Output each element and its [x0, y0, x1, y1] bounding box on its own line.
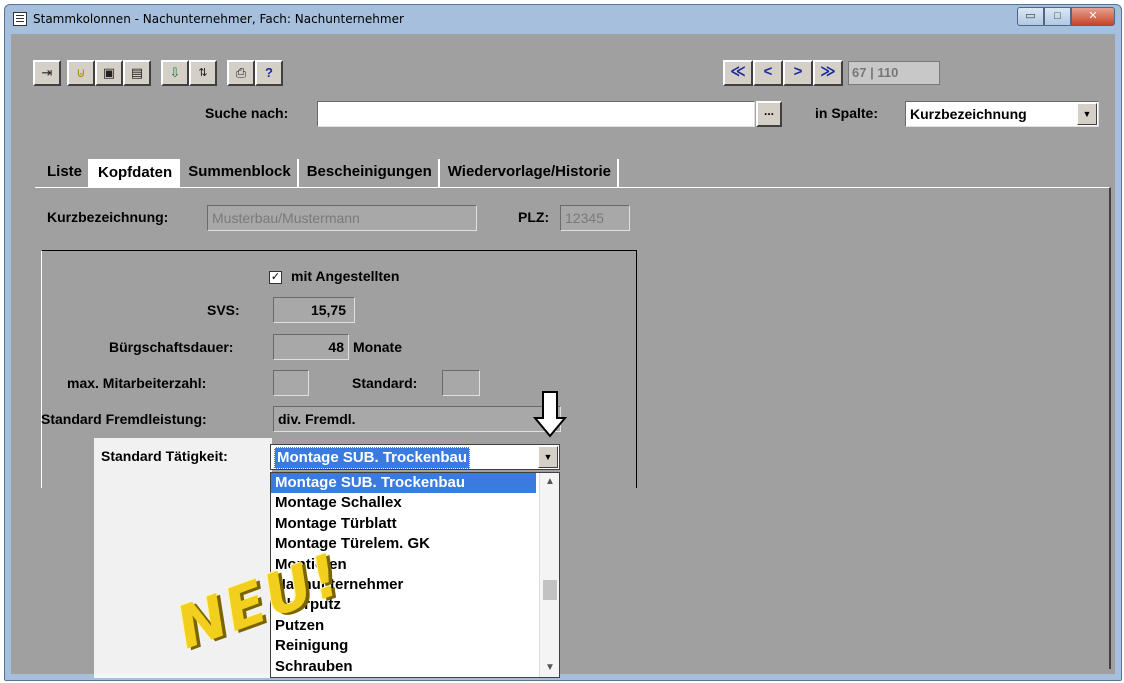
max-mitarbeiter-label: max. Mitarbeiterzahl:	[67, 375, 207, 391]
tab-wiedervorlage[interactable]: Wiedervorlage/Historie	[440, 159, 619, 187]
tab-bescheinigungen[interactable]: Bescheinigungen	[299, 159, 440, 187]
sort-az-icon[interactable]: ⇅	[189, 60, 217, 86]
close-button[interactable]: ✕	[1071, 7, 1115, 26]
list-item[interactable]: Reinigung	[271, 636, 559, 656]
list-item[interactable]: Putzen	[271, 616, 559, 636]
client-area: ⇥ ⊍ ▣ ▤ ⇩ ⇅ ⎙ ? ≪ < > ≫ 67 | 110 Suche n…	[11, 34, 1115, 678]
kurzbezeichnung-field[interactable]: Musterbau/Mustermann	[207, 205, 477, 231]
attach-icon[interactable]: ⊍	[67, 60, 95, 86]
standard-field[interactable]	[442, 370, 480, 396]
taetigkeit-select[interactable]: Montage SUB. Trockenbau ▼	[270, 444, 560, 470]
plz-label: PLZ:	[518, 209, 550, 225]
search-input[interactable]	[317, 101, 755, 127]
column-label: in Spalte:	[815, 105, 879, 121]
scrollbar-thumb[interactable]	[543, 580, 557, 600]
standard-label: Standard:	[352, 375, 418, 391]
app-window: Stammkolonnen - Nachunternehmer, Fach: N…	[4, 4, 1122, 681]
buergschaft-label: Bürgschaftsdauer:	[109, 339, 234, 355]
title-bar[interactable]: Stammkolonnen - Nachunternehmer, Fach: N…	[5, 5, 1121, 33]
taetigkeit-selected-value: Montage SUB. Trockenbau	[274, 447, 471, 469]
prev-record-button[interactable]: <	[753, 60, 783, 86]
last-record-button[interactable]: ≫	[813, 60, 843, 86]
mit-angestellten-checkbox[interactable]: ✓	[269, 271, 282, 284]
maximize-button[interactable]: □	[1044, 7, 1071, 26]
plz-field[interactable]: 12345	[560, 205, 630, 231]
kurzbezeichnung-label: Kurzbezeichnung:	[47, 209, 169, 225]
next-record-button[interactable]: >	[783, 60, 813, 86]
tab-summenblock[interactable]: Summenblock	[180, 159, 299, 187]
tab-bar: Liste Kopfdaten Summenblock Bescheinigun…	[39, 159, 619, 188]
buergschaft-field[interactable]: 48	[273, 334, 349, 360]
tab-kopfdaten[interactable]: Kopfdaten	[90, 159, 181, 188]
fremdleistung-select[interactable]: div. Fremdl.	[273, 406, 561, 432]
search-browse-button[interactable]: ...	[756, 101, 782, 127]
list-item[interactable]: Schrauben	[271, 657, 559, 677]
help-icon[interactable]: ?	[255, 60, 283, 86]
svs-label: SVS:	[207, 302, 240, 318]
search-label: Suche nach:	[205, 105, 289, 121]
first-record-button[interactable]: ≪	[723, 60, 753, 86]
taetigkeit-label: Standard Tätigkeit:	[101, 448, 228, 464]
svs-field[interactable]: 15,75	[273, 297, 355, 323]
fremdleistung-label: Standard Fremdleistung:	[41, 411, 207, 427]
window-controls: ▭ □ ✕	[1017, 7, 1115, 26]
window-title: Stammkolonnen - Nachunternehmer, Fach: N…	[33, 12, 404, 26]
exit-icon[interactable]: ⇥	[33, 60, 61, 86]
print-icon[interactable]: ⎙	[227, 60, 255, 86]
list-item[interactable]: Montage SUB. Trockenbau	[271, 473, 536, 494]
record-counter: 67 | 110	[848, 61, 940, 85]
mit-angestellten-label: mit Angestellten	[291, 268, 400, 284]
buergschaft-unit: Monate	[353, 339, 402, 355]
chevron-up-icon[interactable]: ▲	[540, 473, 559, 491]
list-item[interactable]: Montage Türblatt	[271, 514, 559, 534]
app-icon	[13, 12, 27, 26]
tab-liste[interactable]: Liste	[39, 159, 91, 187]
list-scrollbar[interactable]: ▲ ▼	[539, 473, 559, 677]
arrow-down-icon	[533, 391, 567, 438]
column-select[interactable]: Kurzbezeichnung ▼	[905, 101, 1099, 127]
list-item[interactable]: Montage Schallex	[271, 493, 559, 513]
chevron-down-icon[interactable]: ▼	[538, 446, 558, 468]
save-icon[interactable]: ▣	[95, 60, 123, 86]
minimize-button[interactable]: ▭	[1017, 7, 1044, 26]
chevron-down-icon[interactable]: ▼	[540, 659, 559, 677]
calculator-icon[interactable]: ▤	[123, 60, 151, 86]
export-icon[interactable]: ⇩	[161, 60, 189, 86]
chevron-down-icon[interactable]: ▼	[1077, 103, 1097, 125]
max-mitarbeiter-field[interactable]	[273, 370, 309, 396]
